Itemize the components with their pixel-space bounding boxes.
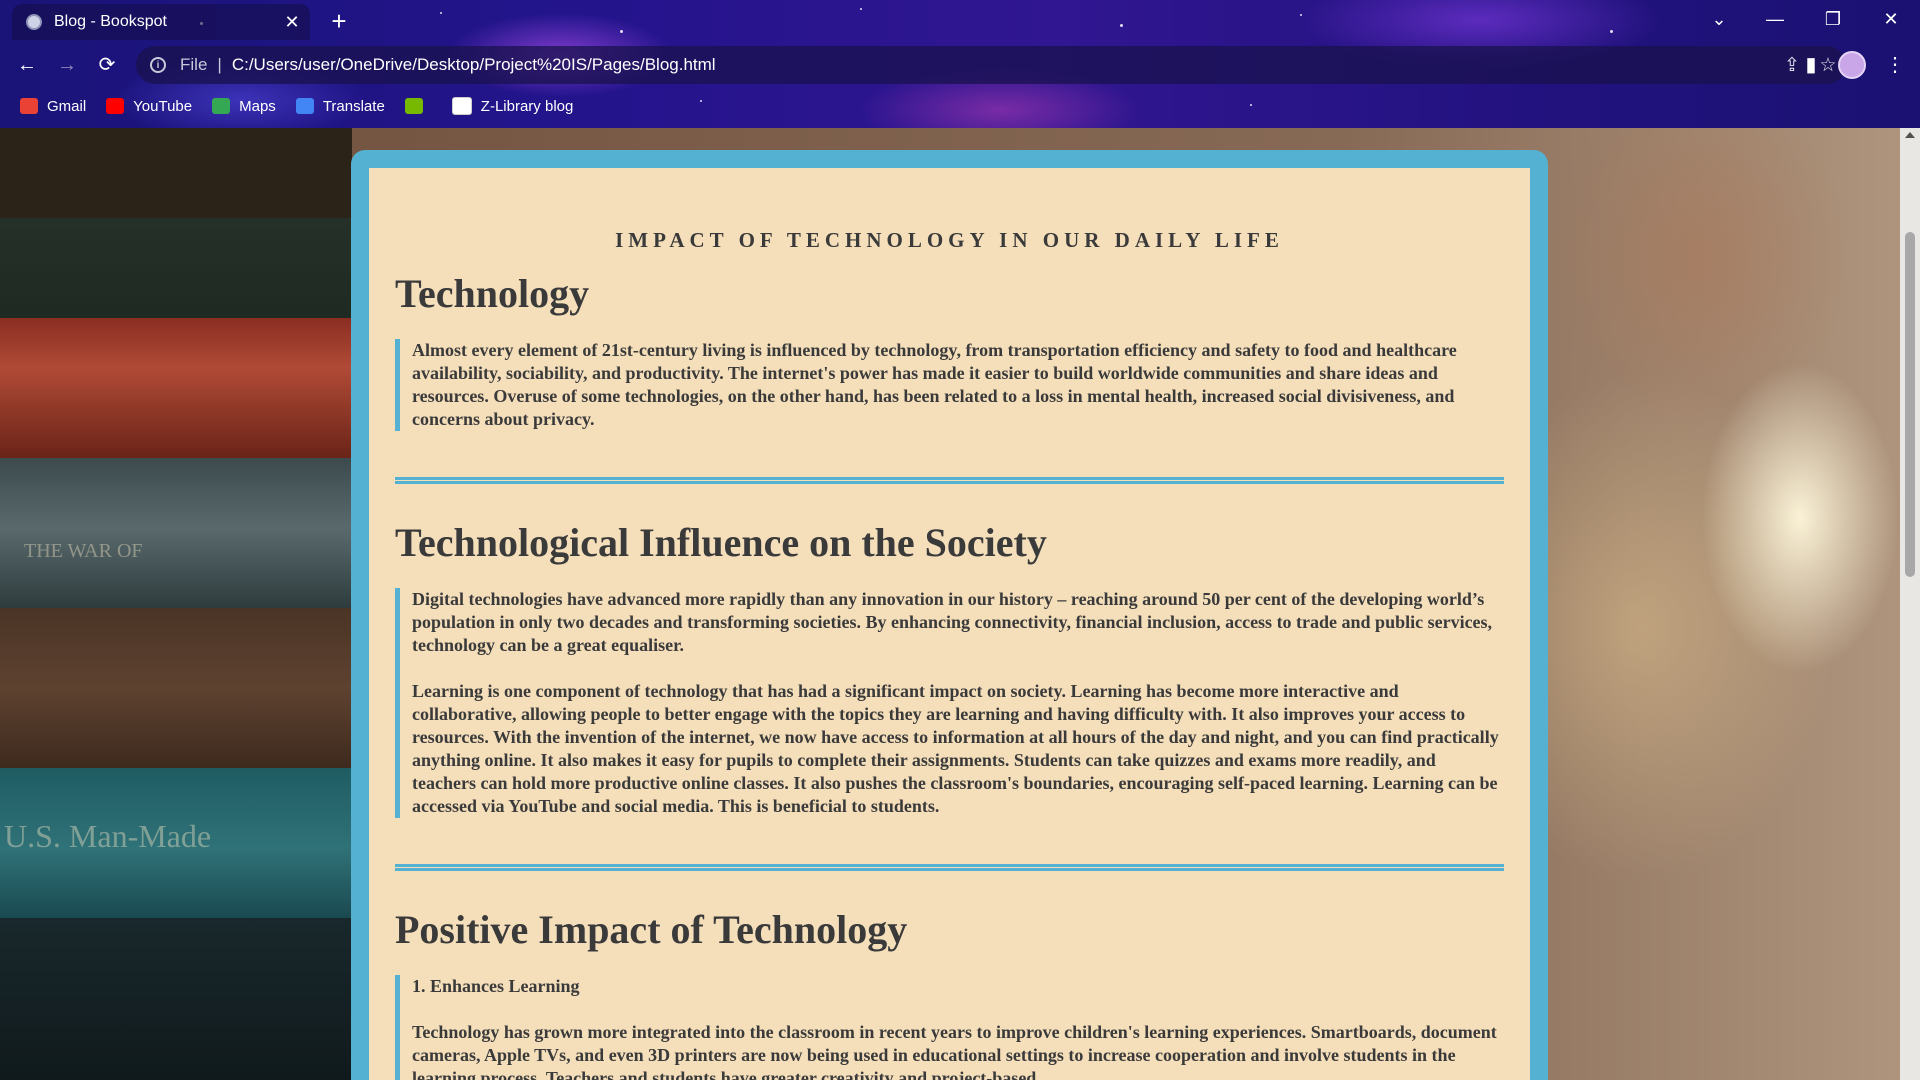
section-title-society: Technological Influence on the Society: [395, 520, 1047, 565]
translate-icon: [295, 98, 314, 114]
bookshelf-background: THE WAR OF U.S. Man-Made: [0, 128, 352, 1080]
address-separator: |: [217, 55, 222, 74]
browser-chrome: Blog - Bookspot ✕ + ⌄ — ❐ ✕ ← → ⟳ i File…: [0, 0, 1920, 128]
bookmark-label: Maps: [239, 97, 276, 115]
bookmark-label: Z-Library blog: [480, 97, 574, 115]
globe-icon: [26, 14, 42, 30]
gmail-icon: [20, 98, 38, 114]
bookmark-item[interactable]: Gmail: [20, 98, 86, 115]
star-decoration: [440, 12, 442, 14]
star-decoration: [860, 8, 862, 10]
new-tab-button[interactable]: +: [324, 6, 354, 36]
star-decoration: [1610, 30, 1613, 33]
close-tab-icon[interactable]: ✕: [280, 12, 304, 33]
section-divider: [395, 864, 1504, 871]
close-window-button[interactable]: ✕: [1868, 4, 1914, 34]
star-decoration: [1300, 14, 1302, 16]
bookmark-item[interactable]: YouTube: [106, 98, 192, 115]
bookmark-item[interactable]: [404, 98, 432, 114]
scroll-up-arrow-icon[interactable]: [1905, 132, 1915, 138]
section-title-positive-impact: Positive Impact of Technology: [395, 907, 908, 952]
tab-search-icon[interactable]: ⌄: [1696, 4, 1742, 34]
site-info-icon[interactable]: i: [150, 57, 166, 73]
side-panel-icon[interactable]: ▮: [1796, 50, 1826, 80]
paragraph: Learning is one component of technology …: [412, 681, 1499, 816]
star-decoration: [1120, 24, 1123, 27]
restore-button[interactable]: ❐: [1810, 4, 1856, 34]
back-button[interactable]: ←: [12, 50, 42, 80]
book-spine-decoration: THE WAR OF: [24, 540, 143, 562]
zlibrary-icon: [451, 97, 472, 115]
star-decoration: [620, 30, 623, 33]
bookmarks-bar: Gmail YouTube Maps Translate Z-Library blog: [0, 92, 573, 120]
star-decoration: [1250, 104, 1252, 106]
bookmark-item[interactable]: Translate: [295, 97, 385, 115]
subheading: 1. Enhances Learning: [412, 976, 580, 996]
bookmark-label: YouTube: [133, 97, 193, 115]
star-decoration: [700, 100, 702, 102]
paragraph: Digital technologies have advanced more …: [412, 589, 1493, 655]
paragraph: Almost every element of 21st-century liv…: [412, 340, 1457, 429]
section-title-technology: Technology: [395, 271, 590, 316]
page-viewport: THE WAR OF U.S. Man-Made IMPACT OF TECHN…: [0, 128, 1920, 1080]
tab-title: Blog - Bookspot: [54, 13, 167, 30]
bookmark-label: Translate: [322, 97, 385, 115]
bookmark-label: Gmail: [47, 97, 87, 115]
vertical-scrollbar[interactable]: [1900, 128, 1920, 1080]
blog-content: IMPACT OF TECHNOLOGY IN OUR DAILY LIFE T…: [369, 168, 1530, 1080]
profile-avatar[interactable]: [1838, 51, 1866, 79]
browser-tab-active[interactable]: Blog - Bookspot ✕: [12, 4, 310, 40]
address-scheme: File: [180, 55, 208, 74]
forward-button[interactable]: →: [52, 50, 82, 80]
section-body: Digital technologies have advanced more …: [395, 588, 1504, 818]
section-body: Almost every element of 21st-century liv…: [395, 339, 1504, 431]
youtube-icon: [106, 98, 125, 114]
scrollbar-thumb[interactable]: [1905, 232, 1915, 577]
nvidia-icon: [404, 98, 423, 114]
reload-button[interactable]: ⟳: [92, 50, 122, 80]
bookmark-item[interactable]: Z-Library blog: [451, 97, 574, 115]
paragraph: Technology has grown more integrated int…: [412, 1022, 1497, 1080]
maps-icon: [212, 98, 231, 114]
minimize-button[interactable]: —: [1752, 4, 1798, 34]
menu-icon[interactable]: ⋮: [1880, 50, 1910, 80]
address-bar[interactable]: i File | C:/Users/user/OneDrive/Desktop/…: [136, 46, 1846, 84]
address-url[interactable]: C:/Users/user/OneDrive/Desktop/Project%2…: [232, 55, 1774, 75]
section-divider: [395, 477, 1504, 484]
blog-card: IMPACT OF TECHNOLOGY IN OUR DAILY LIFE T…: [351, 150, 1548, 1080]
bookmark-item[interactable]: Maps: [212, 98, 276, 115]
book-spine-decoration: U.S. Man-Made: [4, 818, 212, 854]
blog-heading: IMPACT OF TECHNOLOGY IN OUR DAILY LIFE: [615, 228, 1284, 252]
section-body: 1. Enhances Learning Technology has grow…: [395, 975, 1504, 1080]
